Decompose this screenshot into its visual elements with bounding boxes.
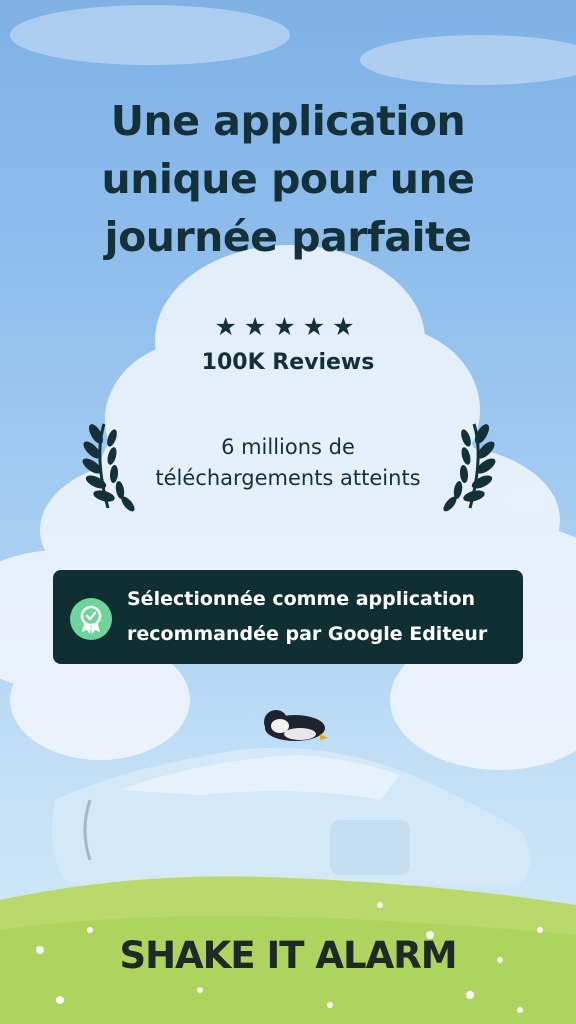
downloads-text: 6 millions de téléchargements atteints <box>155 435 421 490</box>
award-check-icon <box>70 598 112 640</box>
reviews-count: 100K Reviews <box>201 350 375 375</box>
penguin-illustration <box>264 710 328 741</box>
brand-wordmark: SHAKE IT ALARM <box>119 934 457 977</box>
rating-stars: ★★★★★ <box>214 312 362 341</box>
recommendation-text: Sélectionnée comme application recommand… <box>127 588 488 645</box>
car-illustration <box>52 747 531 885</box>
headline: Une application unique pour une journée … <box>101 97 475 261</box>
laurel-right-icon <box>443 423 496 512</box>
recommendation-badge: Sélectionnée comme application recommand… <box>53 570 523 664</box>
